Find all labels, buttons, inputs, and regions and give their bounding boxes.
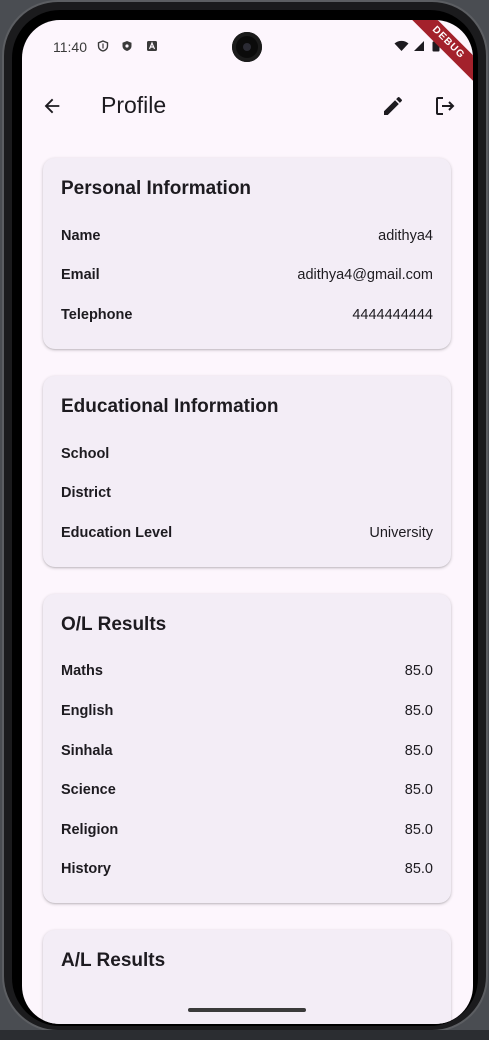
personal-info-card: Personal Information Name adithya4 Email… xyxy=(43,158,451,349)
status-bar: 11:40 DEBUG xyxy=(22,20,473,89)
result-row-english: English 85.0 xyxy=(61,691,433,731)
shield-outline-icon xyxy=(97,40,109,52)
row-label: Science xyxy=(61,782,116,799)
card-title: Personal Information xyxy=(61,178,252,199)
card-title: A/L Results xyxy=(61,950,166,972)
app-bar: Profile xyxy=(22,80,473,132)
row-label: Email xyxy=(61,267,100,284)
row-label: School xyxy=(61,445,110,462)
row-label: Name xyxy=(61,227,101,244)
row-value: 85.0 xyxy=(404,861,433,878)
debug-banner: DEBUG xyxy=(402,20,473,89)
row-value: University xyxy=(369,524,433,541)
arrow-back-icon xyxy=(44,98,60,114)
result-row-sinhala: Sinhala 85.0 xyxy=(61,731,433,771)
info-row-email: Email adithya4@gmail.com xyxy=(61,256,433,296)
row-label: History xyxy=(61,861,111,878)
info-row-education-level: Education Level University xyxy=(61,513,433,553)
row-label: English xyxy=(61,702,114,719)
row-value: 85.0 xyxy=(404,821,433,838)
front-camera xyxy=(232,32,262,62)
page-title: Profile xyxy=(101,92,167,118)
info-row-district: District xyxy=(61,473,433,513)
row-label: Education Level xyxy=(61,524,173,541)
row-value: 85.0 xyxy=(404,663,433,680)
row-label: Sinhala xyxy=(61,742,113,759)
row-value: adithya4 xyxy=(378,227,433,244)
row-label: Telephone xyxy=(61,306,133,323)
row-value: 4444444444 xyxy=(352,306,433,323)
pencil-icon xyxy=(384,96,403,115)
signal-icon xyxy=(414,41,424,51)
logout-button[interactable] xyxy=(431,92,459,120)
result-row-history: History 85.0 xyxy=(61,850,433,890)
logout-icon xyxy=(436,97,455,115)
row-value: 85.0 xyxy=(404,782,433,799)
profile-content: Personal Information Name adithya4 Email… xyxy=(43,158,451,1024)
row-value: 85.0 xyxy=(404,742,433,759)
wifi-icon xyxy=(394,40,409,51)
educational-info-card: Educational Information School District … xyxy=(43,375,451,567)
host-taskbar xyxy=(0,1030,489,1040)
card-title: O/L Results xyxy=(61,613,167,635)
result-row-maths: Maths 85.0 xyxy=(61,652,433,692)
row-label: Religion xyxy=(61,821,119,838)
phone-screen: 11:40 DEBUG Profile Personal Information… xyxy=(22,20,473,1024)
info-row-name: Name adithya4 xyxy=(61,216,433,256)
shield-icon xyxy=(122,41,132,51)
status-time: 11:40 xyxy=(53,39,87,55)
result-row-science: Science 85.0 xyxy=(61,770,433,810)
row-value: 85.0 xyxy=(404,702,433,719)
row-label: District xyxy=(61,485,111,502)
row-value: adithya4@gmail.com xyxy=(297,267,433,284)
row-label: Maths xyxy=(61,663,103,680)
info-row-school: School xyxy=(61,434,433,474)
result-row-religion: Religion 85.0 xyxy=(61,810,433,850)
ol-results-card: O/L Results Maths 85.0 English 85.0 Sinh… xyxy=(43,593,451,904)
edit-button[interactable] xyxy=(379,92,407,120)
back-button[interactable] xyxy=(38,92,66,120)
card-title: Educational Information xyxy=(61,395,279,417)
accessibility-a-icon xyxy=(147,41,157,51)
info-row-telephone: Telephone 4444444444 xyxy=(61,295,433,335)
home-indicator[interactable] xyxy=(188,1008,306,1012)
